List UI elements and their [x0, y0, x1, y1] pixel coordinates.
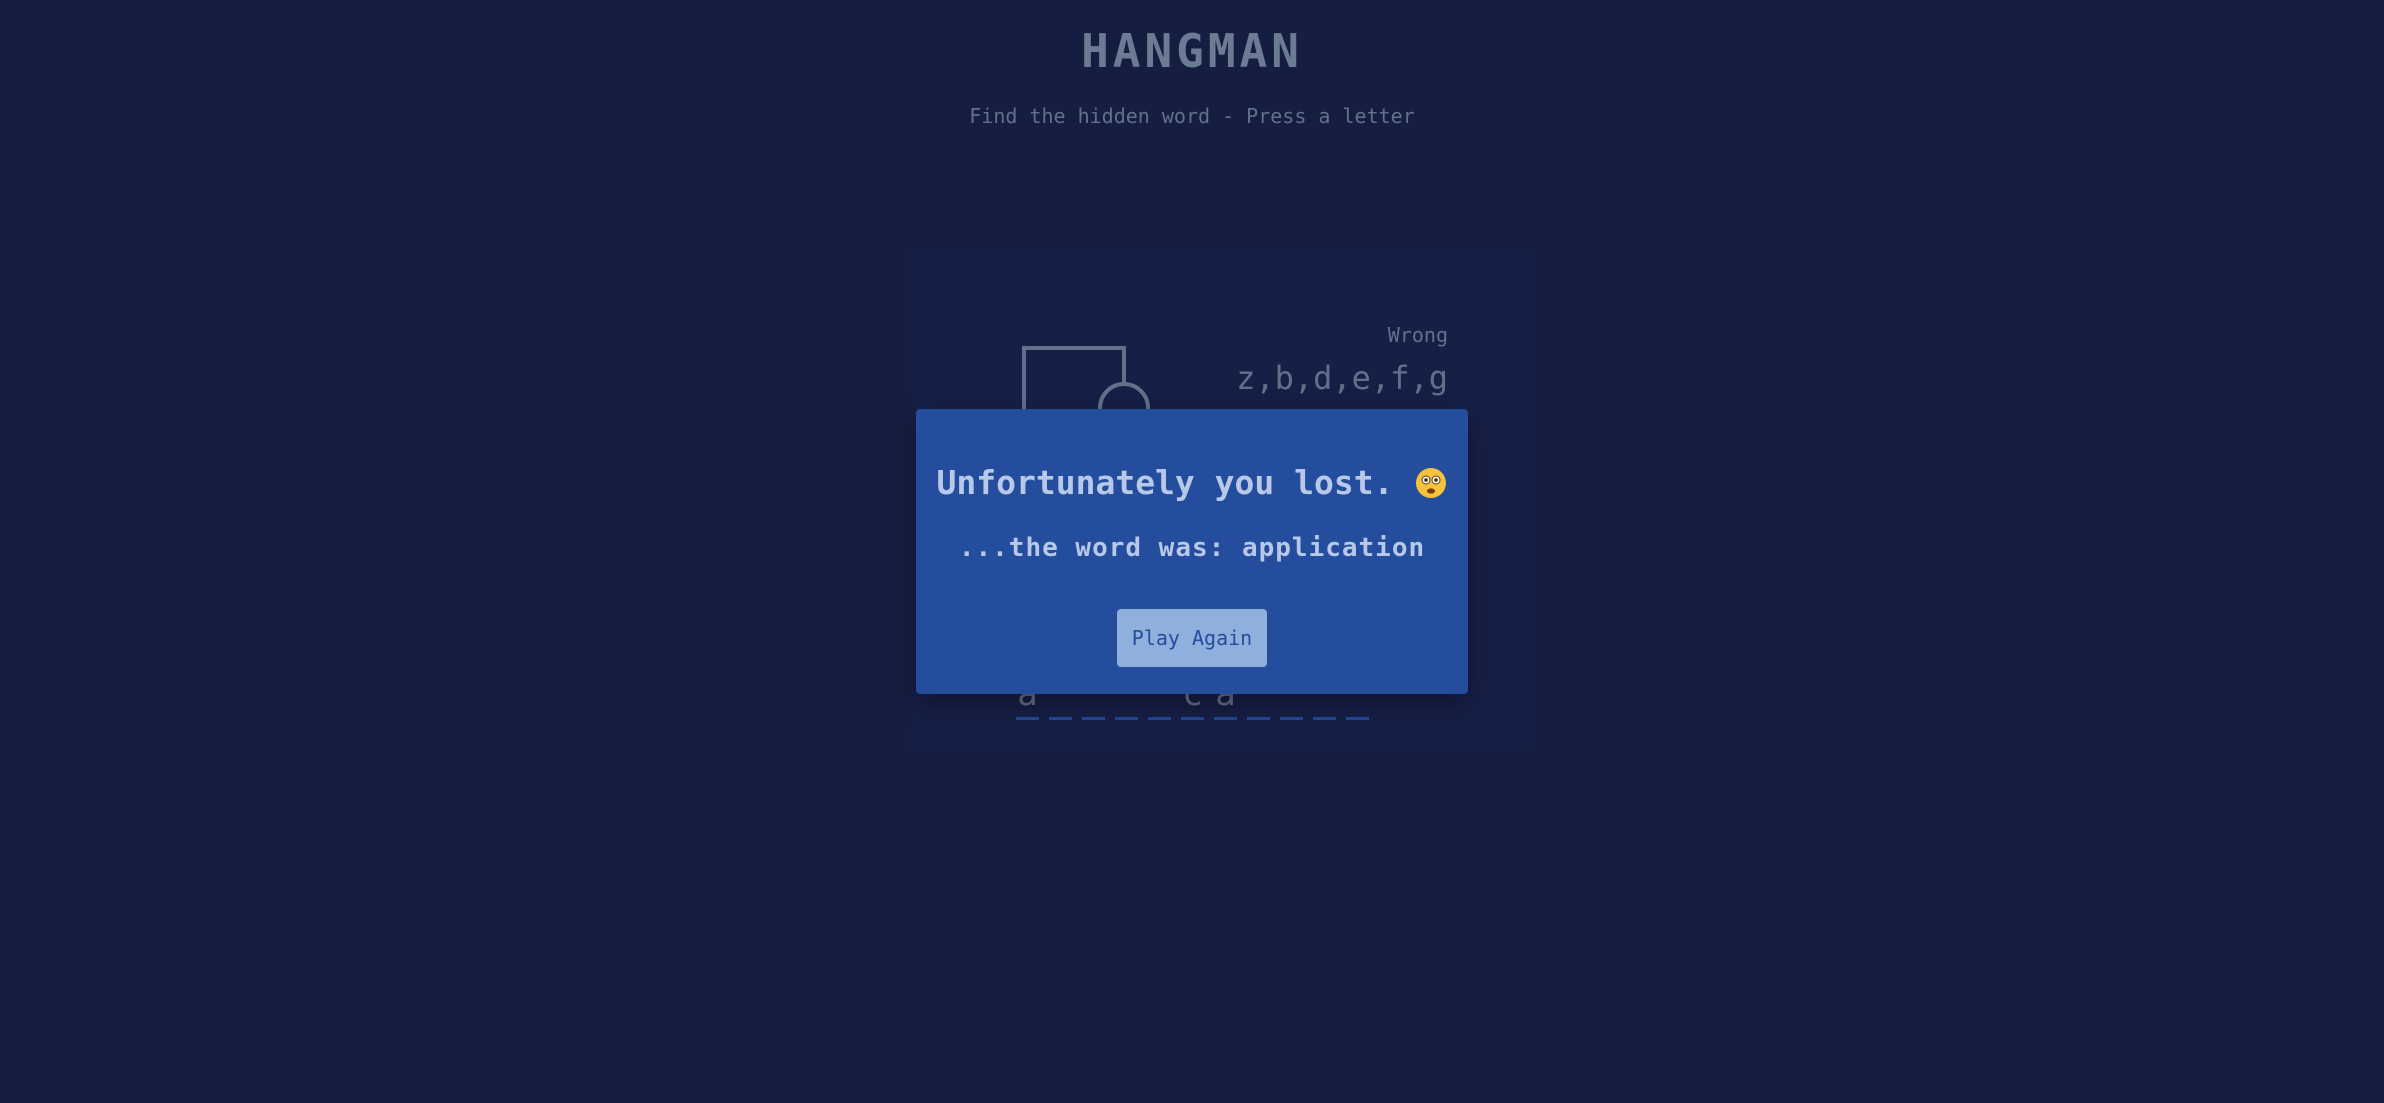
game-over-popup: Unfortunately you lost. ...the word was:… — [916, 409, 1468, 694]
sad-face-icon — [1416, 467, 1447, 498]
play-again-button[interactable]: Play Again — [1117, 609, 1267, 667]
popup-heading-text: Unfortunately you lost. — [936, 463, 1394, 502]
revealed-word: ...the word was: application — [958, 533, 1426, 563]
popup-heading: Unfortunately you lost. — [916, 463, 1468, 502]
